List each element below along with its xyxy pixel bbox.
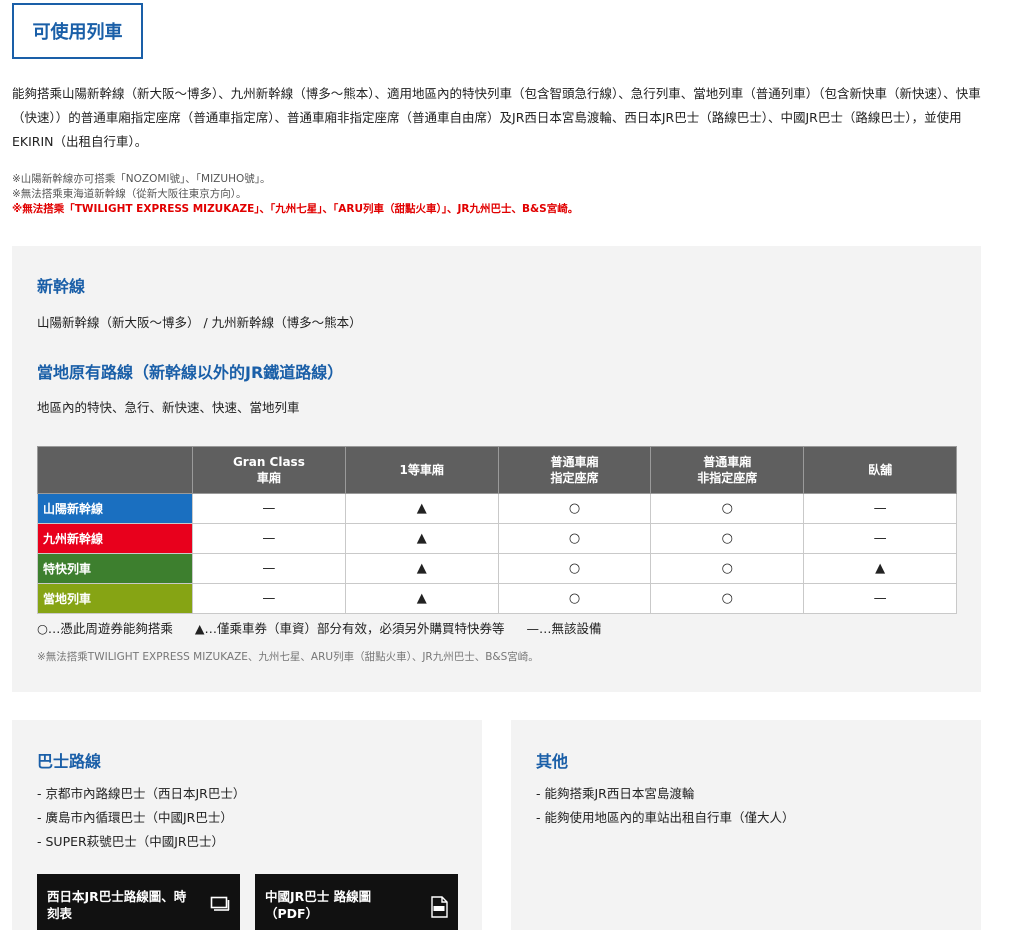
pdf-icon <box>430 896 448 922</box>
header-granclass-label: Gran Class 車廂 <box>232 455 305 485</box>
other-panel: 其他 - 能夠搭乘JR西日本宮島渡輪 - 能夠使用地區內的車站出租自行車（僅大人… <box>511 720 981 930</box>
legend-circle: ○…憑此周遊券能夠搭乘 <box>37 621 173 636</box>
list-item: - 能夠搭乘JR西日本宮島渡輪 <box>536 786 695 801</box>
list-item: - SUPER萩號巴士（中國JR巴士） <box>37 834 225 849</box>
table-cell: ○ <box>497 523 652 554</box>
table-header-first-class: 1等車廂 <box>344 446 499 494</box>
table-cell: ▲ <box>344 493 499 524</box>
table-cell: — <box>803 523 957 554</box>
table-header-reserved: 普通車廂 指定座席 <box>497 446 652 494</box>
table-cell: ○ <box>497 493 652 524</box>
table-cell: — <box>803 493 957 524</box>
seat-class-table: Gran Class 車廂 1等車廂 普通車廂 指定座席 普通車廂 非指定座席 … <box>37 446 957 614</box>
list-item: - 京都市內路線巴士（西日本JR巴士） <box>37 786 246 801</box>
table-cell: ▲ <box>344 583 499 614</box>
note-tokaido: ※無法搭乘東海道新幹線（從新大阪往東京方向）。 <box>12 188 247 200</box>
table-header-blank <box>37 446 193 494</box>
window-icon <box>210 896 230 916</box>
table-cell: — <box>192 493 346 524</box>
list-item: - 廣島市內循環巴士（中國JR巴士） <box>37 810 233 825</box>
coverage-panel: 新幹線 山陽新幹線（新大阪～博多） / 九州新幹線（博多～熊本） 當地原有路線（… <box>12 246 981 692</box>
intro-text: 能夠搭乘山陽新幹線（新大阪～博多）、九州新幹線（博多～熊本）、適用地區內的特快列… <box>12 86 981 149</box>
list-item: - 能夠使用地區內的車站出租自行車（僅大人） <box>536 810 795 825</box>
table-row: 山陽新幹線 — ▲ ○ ○ — <box>37 493 957 524</box>
table-legend: ○…憑此周遊券能夠搭乘 ▲…僅乘車券（車資）部分有效，必須另外購買特快券等 —…… <box>37 618 620 637</box>
shinkansen-text: 山陽新幹線（新大阪～博多） / 九州新幹線（博多～熊本） <box>37 315 362 330</box>
notes: ※山陽新幹線亦可搭乘「NOZOMI號」、「MIZUHO號」。 ※無法搭乘東海道新… <box>12 172 992 217</box>
table-cell: — <box>192 523 346 554</box>
table-header-granclass: Gran Class 車廂 <box>192 446 346 494</box>
jr-west-bus-route-button[interactable]: 西日本JR巴士路線圖、時刻表 <box>37 874 240 930</box>
legend-triangle: ▲…僅乘車券（車資）部分有效，必須另外購買特快券等 <box>194 621 505 636</box>
table-cell: ▲ <box>344 553 499 584</box>
table-row: 特快列車 — ▲ ○ ○ ▲ <box>37 553 957 584</box>
header-nonreserved-label: 普通車廂 非指定座席 <box>697 455 758 485</box>
table-footnote: ※無法搭乘TWILIGHT EXPRESS MIZUKAZE、九州七星、ARU列… <box>37 651 539 663</box>
row-label-kyushu: 九州新幹線 <box>37 523 193 554</box>
table-cell: ○ <box>650 553 805 584</box>
table-cell: ○ <box>650 523 805 554</box>
header-reserved-label: 普通車廂 指定座席 <box>550 455 599 485</box>
table-header-nonreserved: 普通車廂 非指定座席 <box>650 446 805 494</box>
chugoku-jr-bus-pdf-button[interactable]: 中國JR巴士 路線圖（PDF） <box>255 874 458 930</box>
table-header-sleeper: 臥舖 <box>803 446 957 494</box>
table-body: 山陽新幹線 — ▲ ○ ○ — 九州新幹線 — ▲ ○ ○ — 特快列車 — ▲… <box>37 493 957 614</box>
note-not-available: ※無法搭乘「TWILIGHT EXPRESS MIZUKAZE」、「九州七星」、… <box>12 203 579 215</box>
shinkansen-heading: 新幹線 <box>37 277 86 296</box>
table-cell: ○ <box>650 583 805 614</box>
page-title: 可使用列車 <box>12 3 143 59</box>
note-nozomi: ※山陽新幹線亦可搭乘「NOZOMI號」、「MIZUHO號」。 <box>12 173 271 185</box>
table-cell: — <box>192 583 346 614</box>
conventional-heading: 當地原有路線（新幹線以外的JR鐵道路線） <box>37 363 344 382</box>
row-label-local: 當地列車 <box>37 583 193 614</box>
legend-dash: —…無該設備 <box>526 621 602 636</box>
table-header-row: Gran Class 車廂 1等車廂 普通車廂 指定座席 普通車廂 非指定座席 … <box>37 446 957 494</box>
row-label-limited-express: 特快列車 <box>37 553 193 584</box>
table-row: 九州新幹線 — ▲ ○ ○ — <box>37 523 957 554</box>
table-cell: — <box>803 583 957 614</box>
jr-west-bus-button-label: 西日本JR巴士路線圖、時刻表 <box>47 889 187 921</box>
table-cell: ▲ <box>344 523 499 554</box>
table-cell: ▲ <box>803 553 957 584</box>
table-cell: ○ <box>497 553 652 584</box>
table-cell: ○ <box>650 493 805 524</box>
other-list: - 能夠搭乘JR西日本宮島渡輪 - 能夠使用地區內的車站出租自行車（僅大人） <box>536 782 795 830</box>
bus-list: - 京都市內路線巴士（西日本JR巴士） - 廣島市內循環巴士（中國JR巴士） -… <box>37 782 245 854</box>
row-label-sanyo: 山陽新幹線 <box>37 493 193 524</box>
table-cell: — <box>192 553 346 584</box>
table-cell: ○ <box>497 583 652 614</box>
table-row: 當地列車 — ▲ ○ ○ — <box>37 583 957 614</box>
bus-panel: 巴士路線 - 京都市內路線巴士（西日本JR巴士） - 廣島市內循環巴士（中國JR… <box>12 720 482 930</box>
other-heading: 其他 <box>536 752 569 771</box>
chugoku-bus-button-label: 中國JR巴士 路線圖（PDF） <box>265 889 372 921</box>
bus-heading: 巴士路線 <box>37 752 102 771</box>
conventional-text: 地區內的特快、急行、新快速、快速、當地列車 <box>37 400 300 415</box>
